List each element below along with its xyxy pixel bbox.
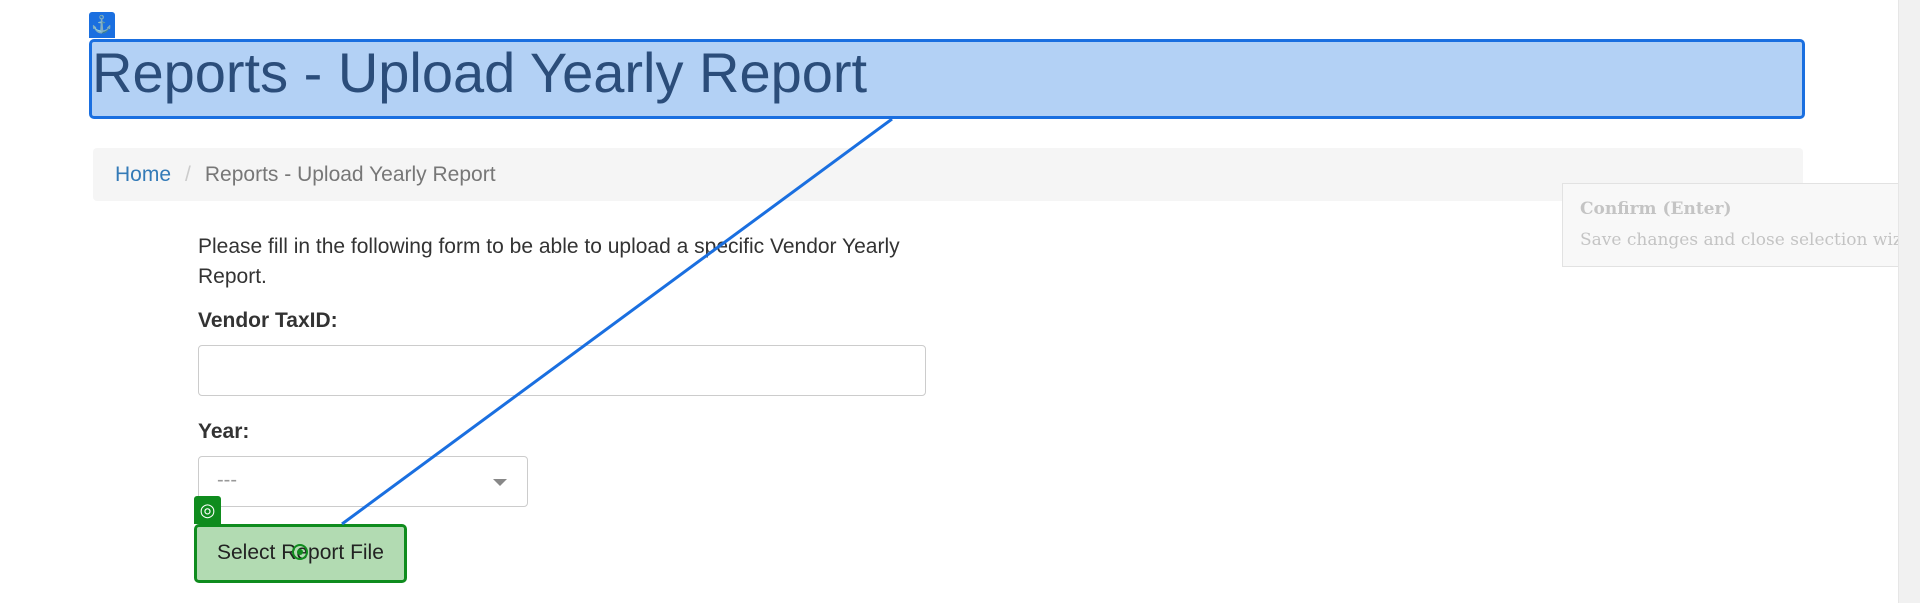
page: ⚓ Reports - Upload Yearly Report Home / Re… — [0, 0, 1920, 603]
year-select-value: --- — [217, 469, 237, 491]
form-intro-text: Please fill in the following form to be … — [198, 235, 900, 288]
vendor-taxid-input[interactable] — [198, 345, 926, 396]
click-target-icon — [292, 544, 308, 560]
chevron-down-icon — [493, 479, 507, 486]
vendor-taxid-label: Vendor TaxID: — [198, 309, 338, 332]
year-select[interactable]: --- — [198, 456, 528, 507]
breadcrumb-current: Reports - Upload Yearly Report — [204, 163, 496, 186]
page-title: Reports - Upload Yearly Report — [92, 41, 868, 104]
target-icon[interactable]: ◎ — [194, 496, 221, 524]
tooltip-title: Confirm (Enter) — [1580, 199, 1732, 219]
breadcrumb-home-link[interactable]: Home — [115, 163, 171, 186]
breadcrumb-separator: / — [185, 163, 191, 186]
confirm-tooltip: Confirm (Enter) Save changes and close s… — [1562, 183, 1920, 267]
vertical-scrollbar[interactable] — [1898, 0, 1920, 603]
year-label: Year: — [198, 420, 250, 443]
tooltip-description: Save changes and close selection wizard. — [1580, 230, 1920, 250]
breadcrumb: Home / Reports - Upload Yearly Report — [93, 148, 1803, 201]
anchor-icon[interactable]: ⚓ — [89, 12, 115, 38]
